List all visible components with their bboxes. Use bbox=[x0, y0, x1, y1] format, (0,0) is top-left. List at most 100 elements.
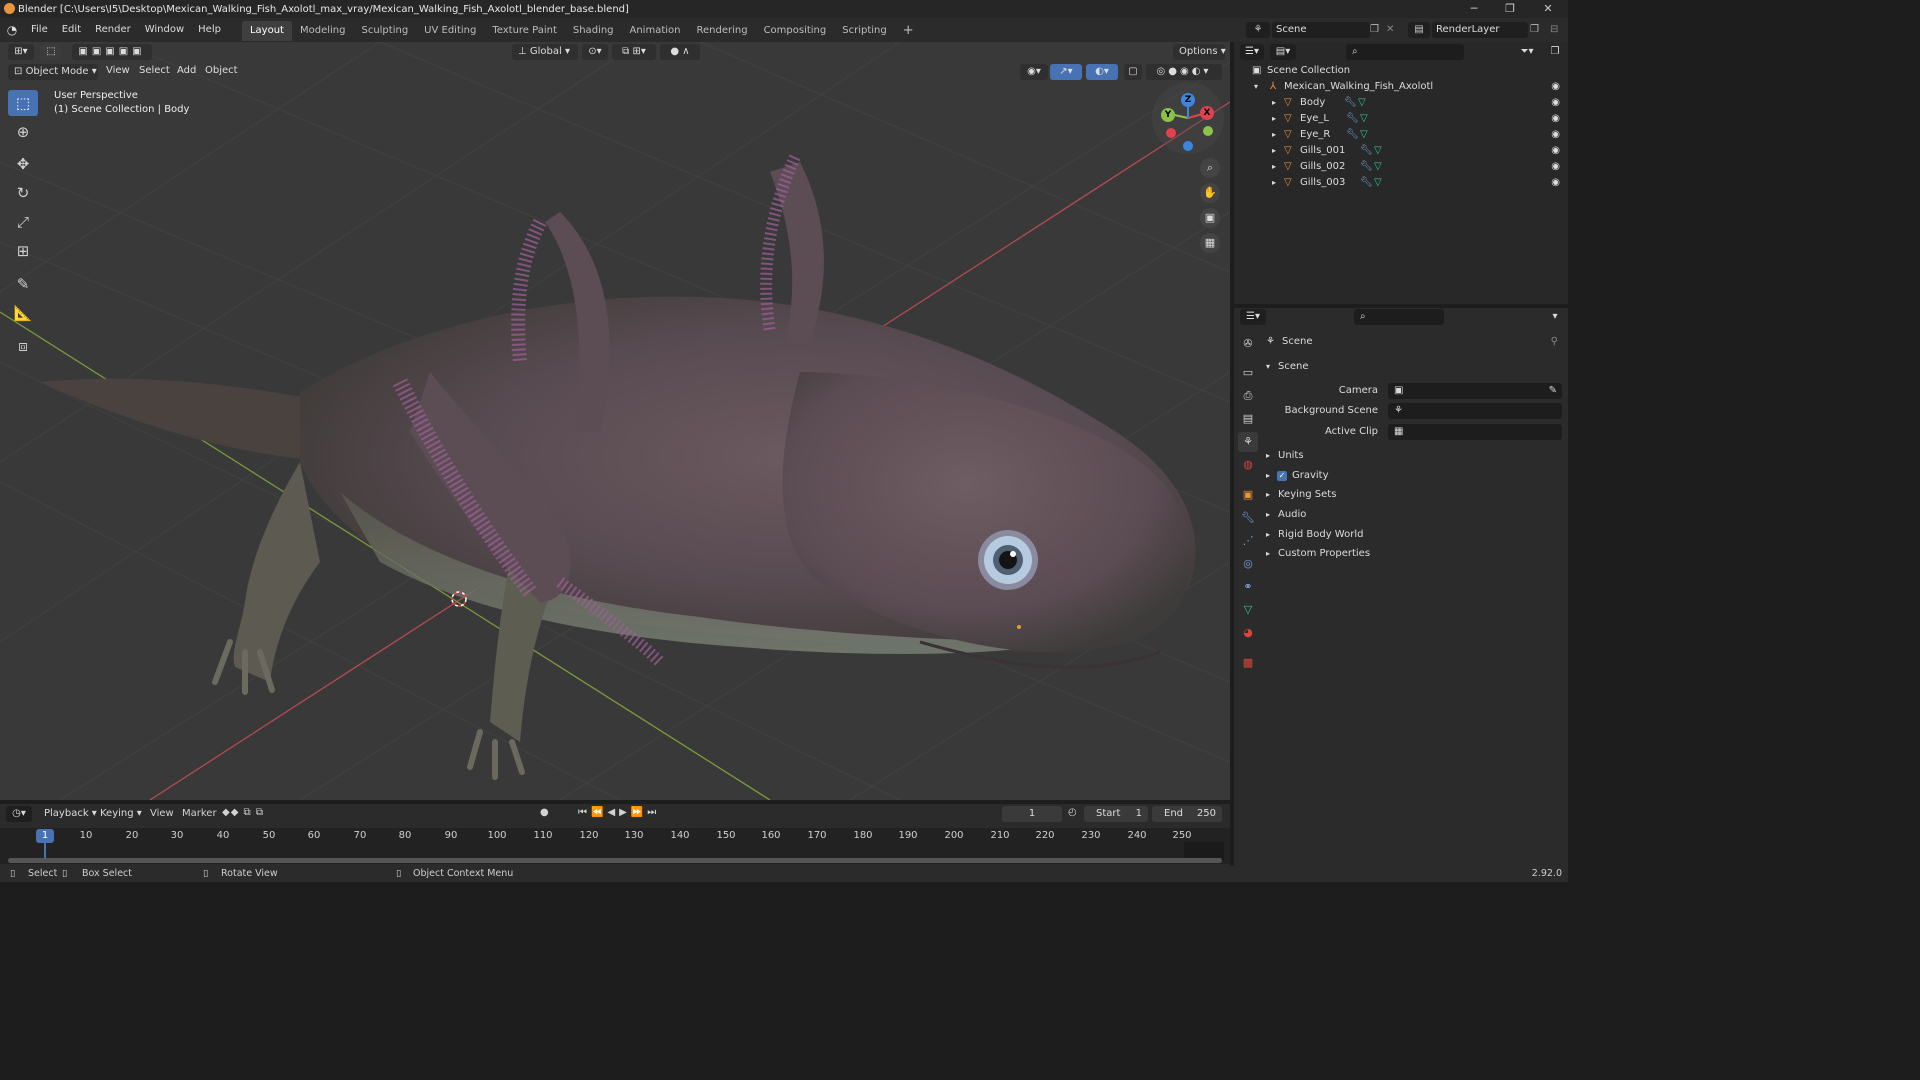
visibility-eye-icon[interactable]: ◉ bbox=[1551, 127, 1560, 143]
units-panel-header[interactable]: ▸ Units bbox=[1262, 447, 1568, 465]
properties-editor-type[interactable]: ☰▾ bbox=[1240, 309, 1266, 325]
output-tab-icon[interactable]: ⎙ bbox=[1238, 386, 1258, 406]
expand-arrow-icon[interactable]: ▸ bbox=[1272, 159, 1276, 175]
scene-name-field[interactable]: Scene bbox=[1272, 22, 1370, 38]
outliner-row-collection[interactable]: ▾ ⅄ Mexican_Walking_Fish_Axolotl ◉ bbox=[1234, 79, 1568, 95]
outliner-row-scene-collection[interactable]: ▣ Scene Collection bbox=[1234, 63, 1568, 79]
tab-shading[interactable]: Shading bbox=[565, 21, 622, 41]
outliner-search-input[interactable]: ⌕ bbox=[1346, 44, 1464, 60]
mesh-data-icon[interactable]: ▽ bbox=[1374, 143, 1382, 159]
expand-arrow-icon[interactable]: ▸ bbox=[1272, 143, 1276, 159]
3d-viewport[interactable]: X Y Z ⌕ ✋ ▣ ▦ User Perspective (1) Scene… bbox=[0, 42, 1230, 800]
scene-icon[interactable]: ⚘ bbox=[1246, 22, 1270, 38]
modifier-wrench-icon[interactable]: 🔧︎ bbox=[1346, 127, 1359, 143]
new-view-layer-icon[interactable]: ❐ bbox=[1530, 22, 1539, 38]
timeline-editor-type[interactable]: ◷▾ bbox=[6, 806, 32, 822]
background-scene-field[interactable]: ⚘ bbox=[1388, 403, 1562, 419]
tab-rendering[interactable]: Rendering bbox=[688, 21, 755, 41]
outliner-row-body[interactable]: ▸ ▽ Body 🔧︎ ▽ ◉ bbox=[1234, 95, 1568, 111]
expand-arrow-icon[interactable]: ▾ bbox=[1254, 79, 1258, 95]
new-scene-icon[interactable]: ❐ bbox=[1370, 22, 1384, 38]
select-tool-icon[interactable]: ⬚ bbox=[40, 44, 62, 60]
outliner-display-mode[interactable]: ▤▾ bbox=[1270, 44, 1296, 60]
outliner-row-gills-003[interactable]: ▸ ▽ Gills_003 🔧︎ ▽ ◉ bbox=[1234, 175, 1568, 191]
mesh-data-icon[interactable]: ▽ bbox=[1360, 111, 1368, 127]
view-layer-field[interactable]: RenderLayer bbox=[1432, 22, 1528, 38]
mesh-data-icon[interactable]: ▽ bbox=[1360, 127, 1368, 143]
gizmo-z-axis[interactable]: Z bbox=[1181, 93, 1195, 107]
modifier-wrench-icon[interactable]: 🔧︎ bbox=[1344, 95, 1357, 111]
outliner-row-eye-r[interactable]: ▸ ▽ Eye_R 🔧︎ ▽ ◉ bbox=[1234, 127, 1568, 143]
pin-icon[interactable]: ⚲ bbox=[1551, 333, 1558, 351]
camera-view-icon[interactable]: ▣ bbox=[1200, 208, 1220, 228]
outliner-row-eye-l[interactable]: ▸ ▽ Eye_L 🔧︎ ▽ ◉ bbox=[1234, 111, 1568, 127]
panel-expand-arrow-icon[interactable]: ▸ bbox=[1266, 467, 1270, 485]
transform-tool[interactable]: ⊞ bbox=[8, 238, 38, 264]
xray-toggle[interactable]: ▢ bbox=[1124, 64, 1142, 80]
playback-dropdown[interactable]: Playback ▾ bbox=[38, 806, 97, 822]
menu-help[interactable]: Help bbox=[191, 18, 228, 42]
modifier-wrench-icon[interactable]: 🔧︎ bbox=[1360, 159, 1373, 175]
menu-edit[interactable]: Edit bbox=[55, 18, 88, 42]
proportional-edit-toggle[interactable]: ● ∧ bbox=[660, 44, 700, 60]
expand-arrow-icon[interactable]: ▸ bbox=[1272, 95, 1276, 111]
end-frame-field[interactable]: End 250 bbox=[1152, 806, 1222, 822]
world-tab-icon[interactable]: ◍ bbox=[1238, 455, 1258, 475]
record-button[interactable]: ● bbox=[540, 807, 549, 818]
visibility-eye-icon[interactable]: ◉ bbox=[1551, 95, 1560, 111]
annotate-tool[interactable]: ✎ bbox=[8, 271, 38, 297]
select-box-tool[interactable]: ⬚ bbox=[8, 90, 38, 116]
visibility-eye-icon[interactable]: ◉ bbox=[1551, 111, 1560, 127]
menu-window[interactable]: Window bbox=[138, 18, 191, 42]
properties-search-input[interactable]: ⌕ bbox=[1354, 309, 1444, 325]
new-collection-icon[interactable]: ❐ bbox=[1546, 44, 1564, 60]
visibility-eye-icon[interactable]: ◉ bbox=[1551, 79, 1560, 95]
outliner-editor-type[interactable]: ☰▾ bbox=[1240, 44, 1264, 60]
panel-expand-arrow-icon[interactable]: ▸ bbox=[1266, 447, 1270, 465]
outliner-filter-icon[interactable]: ⏷▾ bbox=[1514, 44, 1540, 60]
tab-layout[interactable]: Layout bbox=[241, 21, 292, 41]
blender-menu-icon[interactable]: ◔ bbox=[0, 23, 24, 37]
panel-expand-arrow-icon[interactable]: ▸ bbox=[1266, 486, 1270, 504]
keying-sets-panel-header[interactable]: ▸ Keying Sets bbox=[1262, 486, 1568, 504]
custom-properties-panel-header[interactable]: ▸ Custom Properties bbox=[1262, 545, 1568, 563]
keying-dropdown[interactable]: Keying ▾ bbox=[94, 806, 144, 822]
rigid-body-world-panel-header[interactable]: ▸ Rigid Body World bbox=[1262, 526, 1568, 544]
modifier-wrench-icon[interactable]: 🔧︎ bbox=[1346, 111, 1359, 127]
panel-expand-arrow-icon[interactable]: ▸ bbox=[1266, 506, 1270, 524]
modifier-wrench-icon[interactable]: 🔧︎ bbox=[1360, 143, 1373, 159]
mesh-data-icon[interactable]: ▽ bbox=[1374, 159, 1382, 175]
render-tab-icon[interactable]: ▭ bbox=[1238, 363, 1258, 383]
shading-mode-group[interactable]: ◎●◉◐▾ bbox=[1146, 64, 1222, 80]
tab-compositing[interactable]: Compositing bbox=[756, 21, 835, 41]
add-cube-tool[interactable]: ⧈ bbox=[8, 333, 38, 359]
outliner-row-gills-002[interactable]: ▸ ▽ Gills_002 🔧︎ ▽ ◉ bbox=[1234, 159, 1568, 175]
expand-arrow-icon[interactable]: ▸ bbox=[1272, 127, 1276, 143]
tab-animation[interactable]: Animation bbox=[622, 21, 689, 41]
gizmo-y-axis[interactable]: Y bbox=[1161, 108, 1175, 122]
viewport-scene[interactable] bbox=[0, 42, 1230, 800]
playhead[interactable]: 1 bbox=[36, 829, 54, 843]
scene-tab-icon[interactable]: ⚘ bbox=[1238, 432, 1258, 452]
outliner-row-gills-001[interactable]: ▸ ▽ Gills_001 🔧︎ ▽ ◉ bbox=[1234, 143, 1568, 159]
stopwatch-icon[interactable]: ◴ bbox=[1068, 807, 1077, 818]
keyframe-buttons-icon[interactable]: ◆◆ ⧉ ⧉ bbox=[222, 807, 264, 818]
playback-controls[interactable]: ⏮⏪◀▶⏩⏭ bbox=[578, 807, 660, 818]
visibility-eye-icon[interactable]: ◉ bbox=[1551, 159, 1560, 175]
view-layer-tab-icon[interactable]: ▤ bbox=[1238, 409, 1258, 429]
editor-type-button[interactable]: ⊞▾ bbox=[8, 44, 34, 60]
tab-texture-paint[interactable]: Texture Paint bbox=[484, 21, 565, 41]
timeline-ruler[interactable]: 1 10 20 30 40 50 60 70 80 90 100 110 120… bbox=[0, 828, 1230, 864]
zoom-icon[interactable]: ⌕ bbox=[1200, 158, 1220, 178]
view-layer-icon[interactable]: ▤ bbox=[1408, 22, 1430, 38]
audio-panel-header[interactable]: ▸ Audio bbox=[1262, 506, 1568, 524]
scene-panel-header[interactable]: ▾ Scene bbox=[1262, 358, 1568, 376]
expand-arrow-icon[interactable]: ▸ bbox=[1272, 175, 1276, 191]
add-workspace-button[interactable]: + bbox=[895, 21, 922, 41]
constraints-tab-icon[interactable]: ⚭ bbox=[1238, 577, 1258, 597]
pan-hand-icon[interactable]: ✋ bbox=[1200, 183, 1220, 203]
material-tab-icon[interactable]: ◕ bbox=[1238, 623, 1258, 643]
modifier-wrench-icon[interactable]: 🔧︎ bbox=[1360, 175, 1373, 191]
visibility-eye-icon[interactable]: ◉ bbox=[1551, 175, 1560, 191]
visibility-dropdown[interactable]: ◉▾ bbox=[1020, 64, 1048, 80]
